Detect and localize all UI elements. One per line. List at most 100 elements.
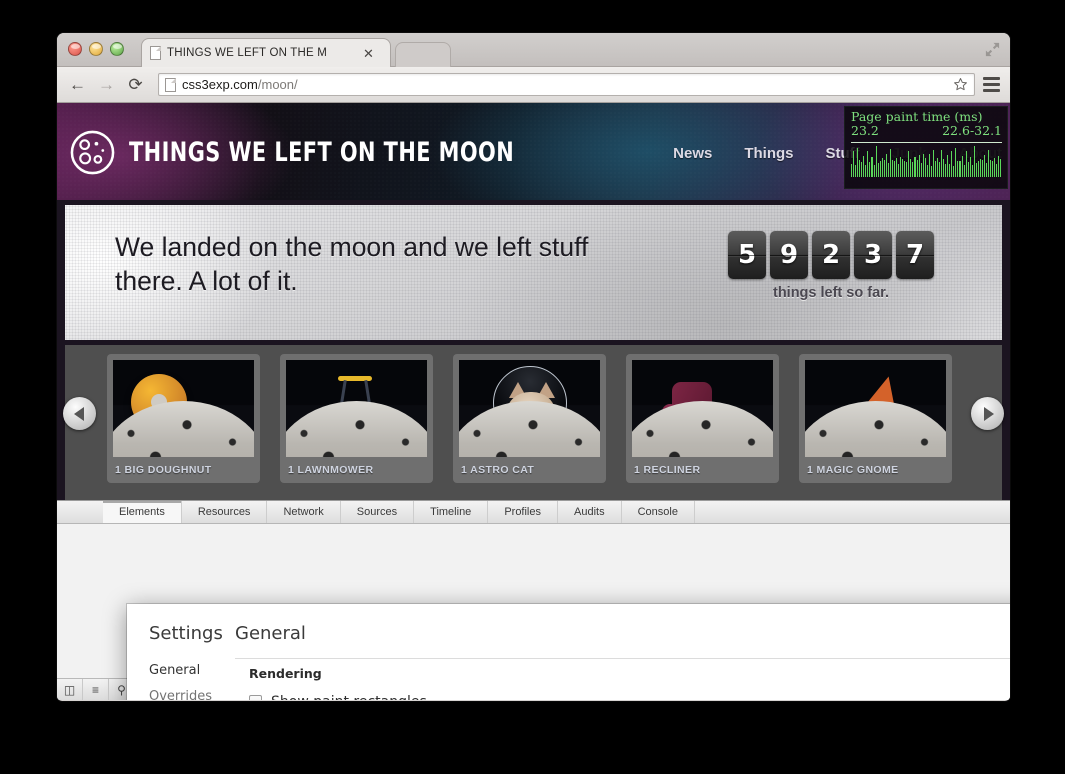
paint-graph-bar: [902, 159, 904, 177]
paint-graph-bar: [865, 165, 867, 177]
browser-toolbar: ← → ⟳ css3exp.com/moon/: [57, 67, 1010, 103]
back-button[interactable]: ←: [67, 74, 88, 95]
paint-graph-bar: [996, 164, 998, 177]
moon-surface: [286, 401, 427, 457]
zoom-window-button[interactable]: [110, 42, 124, 56]
paint-graph-bar: [916, 159, 918, 177]
carousel-card[interactable]: 1 MAGIC GNOME: [799, 354, 952, 483]
console-drawer-icon[interactable]: ≡: [83, 679, 109, 700]
counter-digits: 59237: [728, 231, 934, 279]
paint-graph-bar: [875, 146, 877, 177]
paint-graph-bar: [951, 151, 953, 177]
close-window-button[interactable]: [68, 42, 82, 56]
paint-graph-bar: [998, 156, 1000, 177]
card-thumbnail: [805, 360, 946, 457]
page-viewport: THINGS WE LEFT ON THE MOON News Things S…: [57, 103, 1010, 700]
paint-graph-bar: [943, 158, 945, 177]
paint-graph-bar: [973, 146, 975, 177]
paint-graph-bar: [994, 157, 996, 177]
chevron-left-icon: [73, 406, 84, 421]
paint-graph-bar: [932, 150, 934, 177]
counter-digit: 7: [896, 231, 934, 279]
paint-graph-bar: [988, 149, 990, 177]
nav-item-things[interactable]: Things: [744, 145, 793, 162]
forward-button[interactable]: →: [96, 74, 117, 95]
paint-graph-bar: [959, 161, 961, 177]
paint-graph-bar: [863, 155, 865, 177]
carousel-card[interactable]: 1 ASTRO CAT: [453, 354, 606, 483]
carousel-card[interactable]: 1 LAWNMOWER: [280, 354, 433, 483]
checkbox[interactable]: [249, 695, 262, 700]
paint-graph-bar: [924, 157, 926, 177]
site-header: THINGS WE LEFT ON THE MOON News Things S…: [57, 103, 1010, 200]
settings-sidebar-item-general[interactable]: General: [149, 658, 235, 684]
counter-digit: 3: [854, 231, 892, 279]
carousel-next-button[interactable]: [971, 397, 1004, 430]
tab-title: THINGS WE LEFT ON THE M: [167, 47, 328, 59]
settings-section-title: Rendering: [249, 666, 322, 681]
paint-graph-bar: [965, 150, 967, 177]
card-label: 1 LAWNMOWER: [288, 464, 374, 476]
dock-side-icon[interactable]: ◫: [57, 679, 83, 700]
paint-graph-bar: [920, 162, 922, 177]
carousel-card[interactable]: 1 RECLINER: [626, 354, 779, 483]
minimize-window-button[interactable]: [89, 42, 103, 56]
browser-tab[interactable]: THINGS WE LEFT ON THE M ✕: [141, 38, 391, 67]
paint-graph-bar: [889, 149, 891, 177]
paint-graph-bar: [871, 157, 873, 177]
carousel-cards: 1 BIG DOUGHNUT 1 LAWNMOWER 1 ASTRO CAT 1 RE…: [107, 354, 952, 483]
browser-menu-button[interactable]: [983, 77, 1000, 92]
paint-graph-bar: [939, 162, 941, 177]
reload-button[interactable]: ⟳: [125, 74, 146, 95]
paint-graph-bar: [900, 156, 902, 177]
site-branding[interactable]: THINGS WE LEFT ON THE MOON: [69, 129, 577, 176]
paint-graph-bar: [887, 163, 889, 177]
devtools-tab-sources[interactable]: Sources: [341, 501, 415, 523]
new-tab-button[interactable]: [395, 42, 451, 67]
paint-graph-bar: [1000, 159, 1002, 177]
devtools-tab-console[interactable]: Console: [622, 501, 695, 523]
paint-graph-bar: [881, 158, 883, 177]
paint-graph-bar: [979, 158, 981, 177]
settings-pane-title: General: [235, 623, 306, 644]
paint-graph-bar: [969, 157, 971, 177]
nav-item-news[interactable]: News: [673, 145, 712, 162]
counter-caption: things left so far.: [772, 285, 889, 301]
address-bar[interactable]: css3exp.com/moon/: [158, 73, 975, 96]
paint-graph-bar: [912, 162, 914, 177]
setting-row[interactable]: Show paint rectangles: [249, 688, 1010, 700]
devtools-tab-resources[interactable]: Resources: [182, 501, 268, 523]
paint-graph-bar: [904, 161, 906, 177]
browser-window: THINGS WE LEFT ON THE M ✕ ← → ⟳ css3exp.…: [57, 33, 1010, 701]
paint-graph-bar: [918, 155, 920, 177]
site-info-icon: [165, 77, 176, 92]
devtools-tab-profiles[interactable]: Profiles: [488, 501, 558, 523]
paint-graph-bar: [914, 156, 916, 177]
settings-sidebar: GeneralOverridesShortcuts: [127, 658, 235, 700]
card-label: 1 RECLINER: [634, 464, 701, 476]
fullscreen-icon[interactable]: [984, 41, 1001, 58]
moon-surface: [632, 401, 773, 457]
devtools-tab-network[interactable]: Network: [267, 501, 341, 523]
card-label: 1 BIG DOUGHNUT: [115, 464, 212, 476]
paint-graph-bar: [922, 154, 924, 177]
paint-graph-bar: [947, 154, 949, 177]
paint-graph-bar: [955, 147, 957, 177]
paint-graph-bar: [967, 161, 969, 177]
close-icon[interactable]: ✕: [363, 47, 374, 60]
devtools-tab-audits[interactable]: Audits: [558, 501, 622, 523]
paint-graph-bar: [949, 163, 951, 177]
paint-graph-bar: [891, 160, 893, 177]
carousel-prev-button[interactable]: [63, 397, 96, 430]
devtools-tab-elements[interactable]: Elements: [103, 501, 182, 523]
paint-graph-bar: [855, 165, 857, 177]
paint-graph-bar: [990, 159, 992, 177]
paint-graph-bar: [930, 166, 932, 177]
paint-graph-bar: [928, 153, 930, 177]
carousel-card[interactable]: 1 BIG DOUGHNUT: [107, 354, 260, 483]
bookmark-star-icon[interactable]: [953, 77, 968, 92]
devtools-tab-timeline[interactable]: Timeline: [414, 501, 489, 523]
settings-sidebar-item-overrides[interactable]: Overrides: [149, 684, 235, 700]
site-title: THINGS WE LEFT ON THE MOON: [129, 137, 515, 168]
paint-graph-bar: [975, 163, 977, 177]
